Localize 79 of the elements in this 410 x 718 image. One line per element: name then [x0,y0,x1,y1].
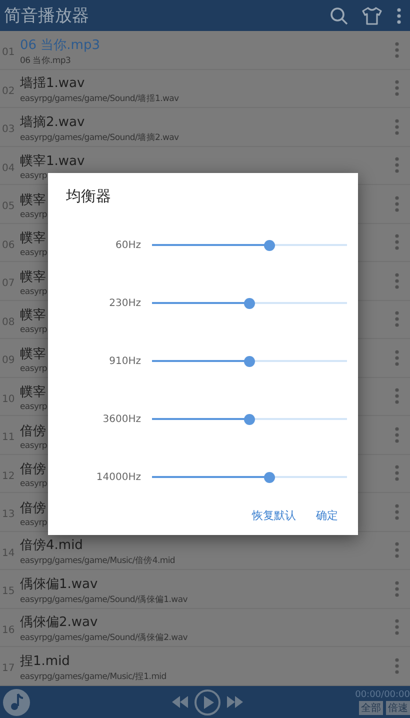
slider-thumb[interactable] [264,472,274,482]
more-icon[interactable] [394,348,400,367]
song-title[interactable]: 幞宰 [20,344,46,363]
song-path: easyrp [20,325,47,336]
song-title[interactable]: 偣傍 [20,460,46,478]
song-path: easyrpg/games/game/Sound/墙摘2.wav [20,132,179,144]
song-title[interactable]: 墙摘2.wav [20,112,85,131]
frequency-label: 60Hz [114,240,142,250]
more-icon[interactable] [394,387,400,406]
song-title[interactable]: 幞宰 [20,268,46,286]
frequency-label: 14000Hz [95,472,142,482]
song-path: easyrpg/games/game/Music/偣傍4.mid [20,555,176,568]
more-icon[interactable] [394,194,400,213]
song-path: easyrp [20,518,47,528]
more-icon[interactable] [394,464,400,482]
frequency-label: 910Hz [108,356,142,366]
song-path: easyrp [20,171,47,182]
slider-thumb[interactable] [244,298,255,308]
more-icon[interactable] [394,156,400,174]
song-path: 06 当你.mp3 [20,54,71,67]
song-title[interactable]: 幞宰1.wav [20,152,85,170]
frequency-label: 230Hz [108,298,142,308]
song-title[interactable]: 幞宰 [20,229,46,248]
more-icon[interactable] [394,502,400,521]
more-icon[interactable] [394,272,400,290]
slider-thumb[interactable] [244,414,255,424]
play-all-button[interactable]: 全部 [359,700,383,714]
more-icon[interactable] [394,580,400,598]
song-path: easyrp [20,210,47,220]
song-path: easyrp [20,440,47,451]
playback-time: 00:00/00:00 [355,690,410,700]
more-icon[interactable] [394,118,400,136]
slider-thumb[interactable] [264,240,274,250]
song-path: easyrp [20,286,47,297]
song-title[interactable]: 幞宰 [20,190,46,209]
dialog-title: 均衡器 [66,187,112,206]
song-title[interactable]: 捏1.mid [20,652,70,670]
shirt-icon[interactable] [362,6,382,24]
more-icon[interactable] [394,426,400,444]
slider-track[interactable] [152,472,347,482]
song-title[interactable]: 偊倈偏2.wav [20,613,98,632]
reset-button[interactable]: 恢复默认 [252,506,296,525]
ok-button[interactable]: 确定 [316,506,338,525]
more-icon[interactable] [394,541,400,560]
song-title[interactable]: 偊倈偏1.wav [20,574,98,593]
search-icon[interactable] [330,6,348,24]
speed-button[interactable]: 倍速 [386,700,410,714]
fast-forward-icon[interactable] [227,696,244,708]
frequency-label: 3600Hz [102,414,142,424]
song-path: easyrp [20,402,47,412]
song-path: easyrpg/games/game/Sound/墙揺1.wav [20,93,179,106]
app-title: 简音播放器 [4,5,90,27]
more-icon[interactable] [394,40,400,59]
song-path: easyrp [20,248,47,258]
song-title[interactable]: 幞宰 [20,306,46,324]
more-icon[interactable] [396,6,402,24]
song-path: easyrpg/games/game/Sound/偊倈偏2.wav [20,632,188,644]
more-icon[interactable] [394,233,400,252]
slider-track[interactable] [152,356,347,366]
more-icon[interactable] [394,310,400,328]
more-icon[interactable] [394,656,400,675]
music-note-icon[interactable] [3,688,30,716]
slider-track[interactable] [152,414,347,424]
song-path: easyrp [20,479,47,490]
more-icon[interactable] [394,79,400,98]
song-path: easyrpg/games/game/Sound/偊倈偏1.wav [20,594,188,606]
song-title[interactable]: 幞宰 [20,383,46,402]
rewind-icon[interactable] [172,696,188,708]
slider-thumb[interactable] [244,356,255,366]
play-icon[interactable] [194,688,222,716]
slider-track[interactable] [152,240,347,250]
song-title[interactable]: 偣傍 [20,498,46,517]
song-title[interactable]: 偣傍4.mid [20,536,83,554]
slider-track[interactable] [152,298,347,308]
song-path: easyrpg/games/game/Music/捏1.mid [20,670,166,683]
more-icon[interactable] [394,618,400,636]
song-title[interactable]: 墙揺1.wav [20,74,85,92]
song-path: easyrp [20,364,47,374]
song-title[interactable]: 偣傍 [20,422,46,440]
